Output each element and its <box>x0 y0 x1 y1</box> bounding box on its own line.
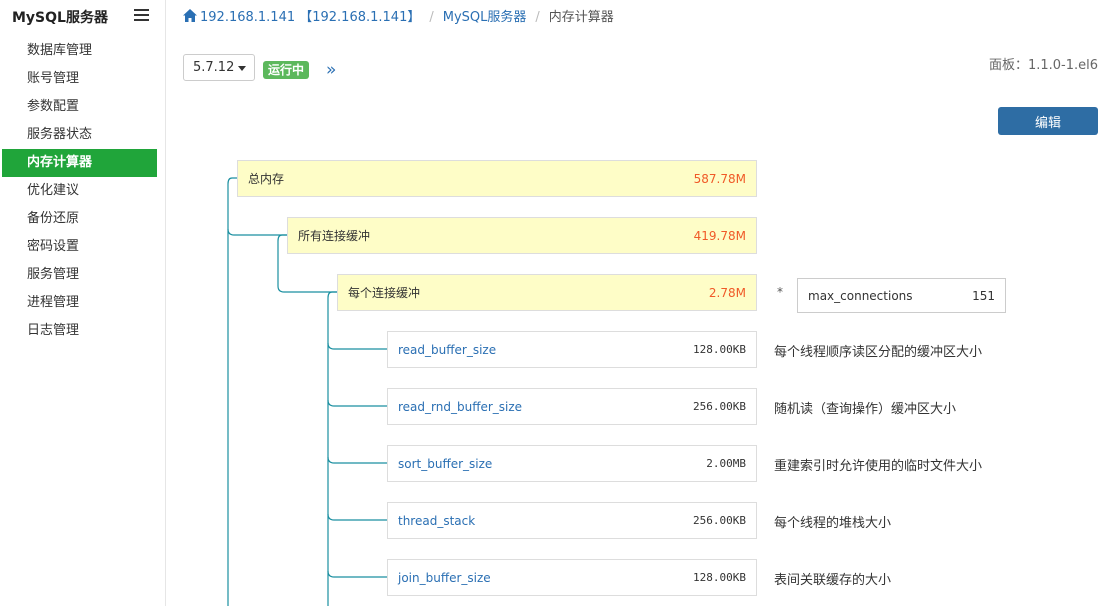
breadcrumb-service-link[interactable]: MySQL服务器 <box>443 10 527 25</box>
param-description: 重建索引时允许使用的临时文件大小 <box>774 459 983 474</box>
double-chevron-right-icon[interactable]: » <box>326 60 336 80</box>
breadcrumb-host-link[interactable]: 192.168.1.141 【192.168.1.141】 <box>200 10 420 25</box>
breadcrumb-current: 内存计算器 <box>548 10 614 25</box>
param-read-buffer-size[interactable]: read_buffer_size 128.00KB <box>387 331 757 368</box>
total-memory-value: 587.78M <box>693 171 746 186</box>
sidebar-item-process[interactable]: 进程管理 <box>0 289 166 317</box>
sidebar-item-password[interactable]: 密码设置 <box>0 233 166 261</box>
sidebar-brand: MySQL服务器 <box>12 10 108 26</box>
param-description: 每个线程顺序读区分配的缓冲区大小 <box>774 345 983 360</box>
param-name: read_rnd_buffer_size <box>398 399 523 414</box>
param-name: join_buffer_size <box>398 570 491 585</box>
max-connections-label: max_connections <box>808 288 913 303</box>
edit-button[interactable]: 编辑 <box>998 107 1098 135</box>
param-description: 随机读（查询操作）缓冲区大小 <box>774 402 957 417</box>
max-connections-value: 151 <box>972 288 995 303</box>
sidebar-nav: 数据库管理 账号管理 参数配置 服务器状态 内存计算器 优化建议 备份还原 密码… <box>0 37 166 345</box>
per-connection-buffer-label: 每个连接缓冲 <box>348 286 421 300</box>
total-memory-node: 总内存 587.78M <box>237 160 757 197</box>
version-select[interactable]: 5.7.12 <box>183 54 255 81</box>
hamburger-menu-icon[interactable] <box>134 9 149 22</box>
breadcrumb-separator: / <box>429 10 434 25</box>
version-select-value: 5.7.12 <box>193 60 235 75</box>
sidebar: MySQL服务器 数据库管理 账号管理 参数配置 服务器状态 内存计算器 优化建… <box>0 0 166 606</box>
param-join-buffer-size[interactable]: join_buffer_size 128.00KB <box>387 559 757 596</box>
param-value: 128.00KB <box>693 571 746 584</box>
all-connections-buffer-label: 所有连接缓冲 <box>298 229 371 243</box>
per-connection-buffer-node: 每个连接缓冲 2.78M <box>337 274 757 311</box>
sidebar-item-config[interactable]: 参数配置 <box>0 93 166 121</box>
sidebar-item-accounts[interactable]: 账号管理 <box>0 65 166 93</box>
sidebar-item-backup[interactable]: 备份还原 <box>0 205 166 233</box>
param-name: sort_buffer_size <box>398 456 493 471</box>
param-value: 128.00KB <box>693 343 746 356</box>
sidebar-item-service[interactable]: 服务管理 <box>0 261 166 289</box>
param-description: 每个线程的堆栈大小 <box>774 516 892 531</box>
param-description: 表间关联缓存的大小 <box>774 573 892 588</box>
breadcrumb-separator: / <box>535 10 540 25</box>
panel-version: 面板：1.1.0-1.el6 <box>988 58 1098 73</box>
param-value: 2.00MB <box>706 457 746 470</box>
status-badge: 运行中 <box>263 61 310 79</box>
sidebar-item-optimization[interactable]: 优化建议 <box>0 177 166 205</box>
param-value: 256.00KB <box>693 514 746 527</box>
all-connections-buffer-node: 所有连接缓冲 419.78M <box>287 217 757 254</box>
home-icon[interactable] <box>183 9 197 22</box>
param-value: 256.00KB <box>693 400 746 413</box>
param-sort-buffer-size[interactable]: sort_buffer_size 2.00MB <box>387 445 757 482</box>
max-connections-field[interactable]: max_connections 151 <box>797 278 1006 313</box>
param-name: thread_stack <box>398 513 476 528</box>
total-memory-label: 总内存 <box>248 172 285 186</box>
per-connection-buffer-value: 2.78M <box>708 285 746 300</box>
param-name: read_buffer_size <box>398 342 497 357</box>
sidebar-item-logs[interactable]: 日志管理 <box>0 317 166 345</box>
multiply-sign: * <box>777 285 783 299</box>
sidebar-item-server-status[interactable]: 服务器状态 <box>0 121 166 149</box>
sidebar-item-memory-calculator[interactable]: 内存计算器 <box>2 149 157 177</box>
all-connections-buffer-value: 419.78M <box>693 228 746 243</box>
sidebar-item-database[interactable]: 数据库管理 <box>0 37 166 65</box>
breadcrumb: 192.168.1.141 【192.168.1.141】 / MySQL服务器 / 内… <box>183 6 614 25</box>
param-read-rnd-buffer-size[interactable]: read_rnd_buffer_size 256.00KB <box>387 388 757 425</box>
param-thread-stack[interactable]: thread_stack 256.00KB <box>387 502 757 539</box>
caret-down-icon <box>238 66 246 71</box>
